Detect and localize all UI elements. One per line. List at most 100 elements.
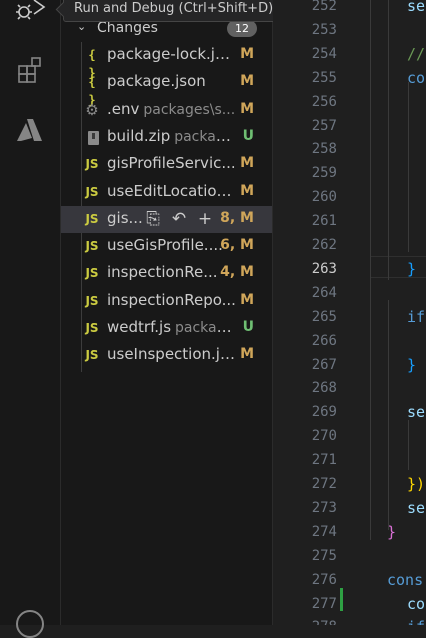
gutter-added-indicator bbox=[340, 588, 343, 611]
js-file-icon: JS bbox=[85, 293, 99, 308]
file-name-text: package.json bbox=[107, 72, 206, 91]
file-name-text: gisProfileServic... bbox=[107, 154, 236, 173]
git-status-badge: 6, M bbox=[220, 237, 254, 254]
changed-file-row[interactable]: { } package-lock.js... M bbox=[61, 42, 272, 80]
line-number: 252 bbox=[311, 0, 337, 14]
line-number: 265 bbox=[311, 308, 337, 325]
file-name: package.json bbox=[107, 72, 237, 90]
changed-file-row[interactable]: JS inspectionRe... 4, M bbox=[61, 260, 272, 287]
activity-bar bbox=[0, 0, 61, 638]
run-debug-tooltip: Run and Debug (Ctrl+Shift+D) bbox=[55, 0, 285, 22]
file-name: gisProfileServic... bbox=[107, 154, 237, 172]
open-file-icon[interactable]: ⎘ bbox=[143, 209, 163, 229]
code-line: co bbox=[407, 68, 426, 87]
file-name: inspectionRe... bbox=[107, 263, 237, 281]
code-line: } bbox=[407, 259, 417, 278]
file-name: package-lock.js... bbox=[107, 45, 237, 63]
line-number: 270 bbox=[311, 428, 337, 445]
gear-icon: ⚙ bbox=[85, 100, 99, 119]
js-file-icon: JS bbox=[85, 321, 99, 335]
changed-file-row[interactable]: JS gis... ⎘ ↶ +8, M bbox=[61, 205, 272, 233]
line-number: 256 bbox=[311, 93, 337, 110]
file-name-text: inspectionRe... bbox=[107, 263, 218, 282]
git-status-badge: 4, M bbox=[220, 264, 254, 281]
code-line: if bbox=[407, 618, 425, 625]
code-line: se bbox=[407, 498, 426, 517]
line-number: 263 bbox=[311, 260, 337, 277]
indent-guide bbox=[370, 0, 371, 540]
tooltip-text: Run and Debug (Ctrl+Shift+D) bbox=[74, 1, 274, 16]
git-status-badge: 8, M bbox=[220, 209, 254, 226]
line-number: 272 bbox=[311, 476, 337, 492]
file-path: packages\s... bbox=[143, 101, 236, 118]
line-number: 264 bbox=[311, 284, 337, 301]
line-number: 260 bbox=[311, 189, 337, 206]
file-name-text: inspectionRepo... bbox=[107, 290, 236, 309]
js-file-icon: JS bbox=[85, 157, 99, 172]
file-name: useInspection.js... bbox=[107, 345, 237, 363]
code-line: } bbox=[407, 355, 417, 374]
file-name-text: .env bbox=[107, 99, 140, 118]
changed-file-row[interactable]: build.zip packag... U bbox=[61, 124, 272, 151]
file-name: useEditLocation... bbox=[107, 182, 237, 200]
indent-guide bbox=[408, 82, 409, 252]
code-line: cons bbox=[387, 570, 424, 589]
line-number: 267 bbox=[311, 356, 337, 373]
git-status-badge: U bbox=[242, 127, 254, 144]
git-status-badge: M bbox=[240, 73, 254, 90]
git-status-badge: M bbox=[240, 100, 254, 117]
azure-icon[interactable] bbox=[14, 114, 46, 146]
file-name: gis... bbox=[107, 209, 143, 227]
js-file-icon: JS bbox=[85, 239, 99, 254]
zip-file-icon bbox=[88, 130, 99, 145]
indent-guide bbox=[408, 420, 409, 470]
changed-file-row[interactable]: ⚙ .env packages\s... M bbox=[61, 97, 272, 124]
current-line-highlight bbox=[370, 256, 426, 278]
changed-file-row[interactable]: JS useEditLocation... M bbox=[61, 179, 272, 206]
code-editor[interactable]: 252 se 253 254 // 255 co 256 257 258 259 260 261 262 2… bbox=[273, 0, 426, 625]
changes-label: Changes bbox=[97, 20, 158, 36]
git-status-badge: U bbox=[242, 319, 254, 335]
code-line: se bbox=[407, 403, 426, 422]
file-name-text: useGisProfile.... bbox=[107, 236, 223, 255]
line-number: 254 bbox=[311, 45, 337, 62]
file-name-text: package-lock.js... bbox=[107, 45, 237, 63]
changed-file-row[interactable]: JS inspectionRepo... M bbox=[61, 288, 272, 315]
indent-guide bbox=[388, 0, 389, 280]
account-icon[interactable] bbox=[16, 610, 44, 638]
code-line: // bbox=[407, 44, 426, 63]
extensions-icon[interactable] bbox=[14, 54, 46, 86]
run-debug-icon[interactable] bbox=[14, 0, 46, 26]
changed-file-row[interactable]: JS wedtrf.js packag... U bbox=[61, 315, 272, 342]
file-name: wedtrf.js packag... bbox=[107, 318, 237, 336]
line-number: 271 bbox=[311, 452, 337, 469]
changes-count-badge: 12 bbox=[227, 20, 257, 37]
file-name: inspectionRepo... bbox=[107, 291, 237, 309]
file-name-text: useInspection.js... bbox=[107, 345, 237, 364]
changed-file-row[interactable]: { } package.json M bbox=[61, 69, 272, 108]
line-number: 268 bbox=[311, 380, 337, 397]
stage-changes-icon[interactable]: + bbox=[195, 209, 215, 229]
changed-file-row[interactable]: JS gisProfileServic... M bbox=[61, 151, 272, 178]
file-name-text: build.zip bbox=[107, 126, 171, 145]
code-line: }) bbox=[407, 475, 426, 493]
code-line: co bbox=[407, 594, 426, 613]
js-file-icon: JS bbox=[85, 266, 99, 281]
file-path: packag... bbox=[175, 320, 237, 336]
line-number: 258 bbox=[311, 141, 337, 158]
line-number: 255 bbox=[311, 69, 337, 86]
file-name: build.zip packag... bbox=[107, 127, 237, 145]
line-number: 278 bbox=[287, 619, 337, 625]
changed-file-row[interactable]: JS useGisProfile.... 6, M bbox=[61, 233, 272, 260]
json-file-icon: { } bbox=[88, 75, 96, 108]
source-control-panel: ⌄ Changes 12 { } package-lock.js... M{ } pa… bbox=[61, 0, 273, 625]
changed-file-row[interactable]: JS useInspection.js... M bbox=[61, 342, 272, 369]
js-file-icon: JS bbox=[85, 211, 99, 226]
file-name-text: useEditLocation... bbox=[107, 181, 237, 200]
line-number: 277 bbox=[311, 595, 337, 612]
line-number: 261 bbox=[311, 213, 337, 230]
discard-changes-icon[interactable]: ↶ bbox=[169, 209, 189, 229]
line-number: 276 bbox=[311, 571, 337, 588]
git-status-badge: M bbox=[240, 291, 254, 308]
js-file-icon: JS bbox=[85, 184, 99, 199]
